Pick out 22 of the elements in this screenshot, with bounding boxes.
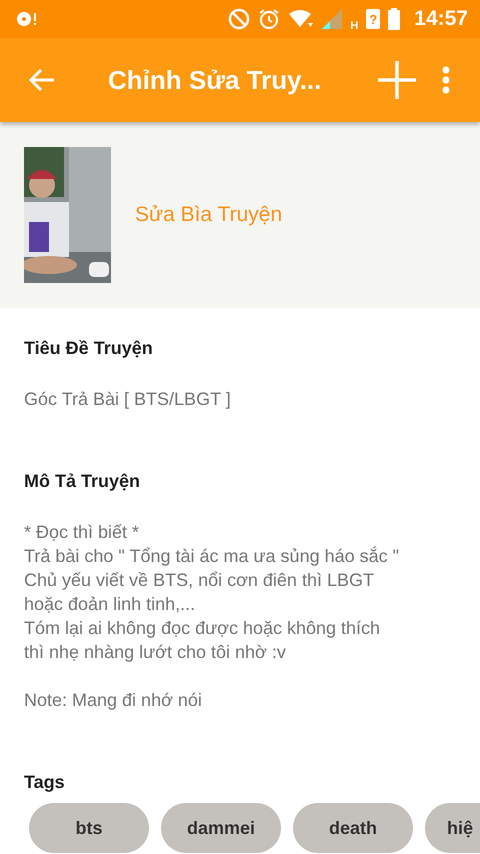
- sim-icon: ?: [366, 9, 380, 29]
- field-label: Tiêu Đề Truyện: [24, 338, 154, 359]
- battery-icon: [388, 8, 400, 30]
- field-value[interactable]: * Đọc thì biết * Trả bài cho " Tổng tài ác ma ưa sủng háo sắc " Chủ yếu viết về BTS, nổi cơn điên thì LBGT hoặc đoản linh tinh,... Tóm lại ai không đọc được hoặc không thích thì nhẹ nhàng lướt cho tôi nhờ :v Note: Mang đi nhớ nói: [24, 520, 456, 712]
- add-icon[interactable]: [378, 61, 416, 99]
- field-label: Mô Tả Truyện: [24, 471, 142, 492]
- do-not-disturb-icon: [228, 8, 250, 30]
- wifi-icon: [288, 9, 314, 29]
- alarm-icon: [258, 8, 280, 30]
- back-button[interactable]: [28, 66, 56, 94]
- clock: 14:57: [414, 7, 468, 31]
- field-value[interactable]: Góc Trả Bài [ BTS/LBGT ]: [24, 387, 456, 411]
- tag-chip[interactable]: dammei: [161, 803, 281, 853]
- signal-icon: [322, 9, 342, 29]
- screen-title: Chỉnh Sửa Truy...: [108, 64, 322, 96]
- tag-chip[interactable]: bts: [29, 803, 149, 853]
- tag-chip[interactable]: death: [293, 803, 413, 853]
- tags-label: Tags: [24, 772, 66, 793]
- tag-chip[interactable]: hiệ: [425, 803, 480, 853]
- notification-icon: [16, 10, 38, 28]
- more-options-icon[interactable]: [442, 66, 450, 94]
- network-type: H: [350, 20, 358, 32]
